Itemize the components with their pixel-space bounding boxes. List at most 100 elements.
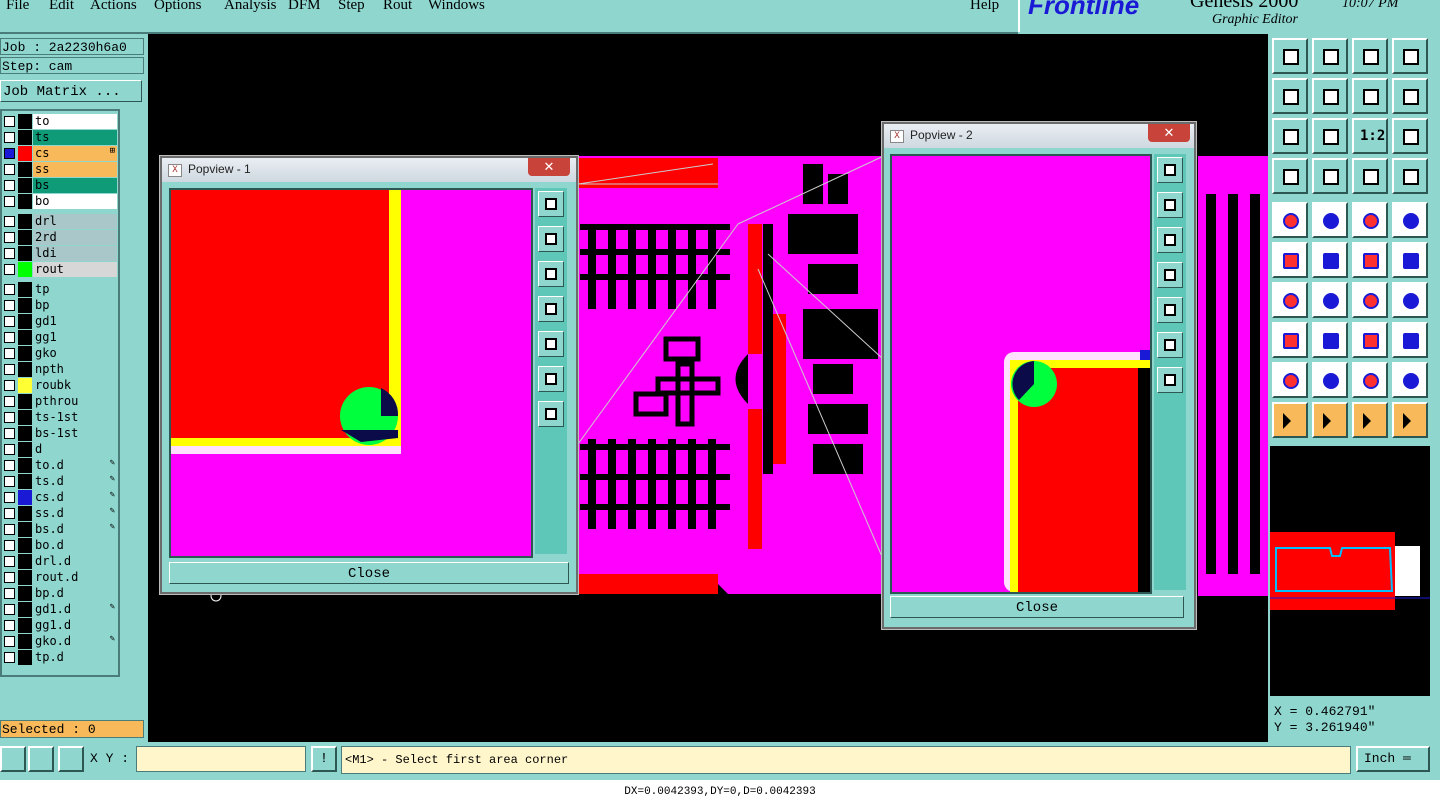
pan-right-icon[interactable] [1312,78,1348,114]
layer-checkbox[interactable] [4,508,15,519]
menu-rout[interactable]: Rout [383,0,412,14]
layer-color-swatch[interactable] [18,246,32,261]
menu-options[interactable]: Options [154,0,202,14]
layer-name[interactable]: gg1 [33,330,117,345]
popview-1-close-button[interactable]: Close [169,562,569,584]
layer-name[interactable]: drl.d [33,554,117,569]
layer-color-swatch[interactable] [18,442,32,457]
layer-name[interactable]: tp.d [33,650,117,665]
menu-windows[interactable]: Windows [428,0,485,14]
zoom-fit-icon[interactable] [1312,118,1348,154]
layer-name[interactable]: bp [33,298,117,313]
exclamation-button[interactable]: ! [311,746,337,772]
layer-name[interactable]: ss [33,162,117,177]
layer-checkbox[interactable] [4,572,15,583]
layer-row[interactable]: rout [2,262,118,277]
layer-name[interactable]: ts [33,130,117,145]
layer-row[interactable]: ts.d ✎ [2,474,118,489]
layer-color-swatch[interactable] [18,130,32,145]
layer-row[interactable]: 2rd [2,230,118,245]
swap-icon[interactable] [1352,78,1388,114]
scale-1-2-icon[interactable]: 1:2 [1352,118,1388,154]
layer-color-swatch[interactable] [18,394,32,409]
layer-color-swatch[interactable] [18,282,32,297]
layer-checkbox[interactable] [4,588,15,599]
pan-up-icon[interactable] [538,226,564,252]
layer-name[interactable]: pthrou [33,394,117,409]
layer-checkbox[interactable] [4,380,15,391]
arc-icon[interactable] [1272,362,1308,398]
layer-color-swatch[interactable] [18,586,32,601]
layer-checkbox[interactable] [4,132,15,143]
layer-checkbox[interactable] [4,428,15,439]
layer-row[interactable]: bs [2,178,118,193]
menu-help[interactable]: Help [970,0,999,14]
layer-color-swatch[interactable] [18,298,32,313]
layer-color-swatch[interactable] [18,162,32,177]
layer-row[interactable]: bs-1st [2,426,118,441]
layer-row[interactable]: bs.d ✎ [2,522,118,537]
layer-checkbox[interactable] [4,316,15,327]
layer-name[interactable]: gd1.d [33,602,117,617]
layer-checkbox[interactable] [4,556,15,567]
layer-row[interactable]: cs ⊞ [2,146,118,161]
grid-snap-icon[interactable] [58,746,84,772]
layer-row[interactable]: tp.d [2,650,118,665]
layer-color-swatch[interactable] [18,618,32,633]
move-point-icon[interactable] [1352,242,1388,278]
layer-checkbox[interactable] [4,164,15,175]
layer-checkbox[interactable] [4,620,15,631]
layer-color-swatch[interactable] [18,650,32,665]
layer-row[interactable]: bp.d [2,586,118,601]
popview-2-view[interactable] [890,154,1152,594]
fit-icon[interactable] [1272,118,1308,154]
layer-name[interactable]: gko [33,346,117,361]
layer-checkbox[interactable] [4,348,15,359]
layer-name[interactable]: gko.d [33,634,117,649]
job-matrix-button[interactable]: Job Matrix ... [0,80,142,102]
layer-name[interactable]: gg1.d [33,618,117,633]
layer-color-swatch[interactable] [18,362,32,377]
line-edit-icon[interactable] [1312,322,1348,358]
layer-checkbox[interactable] [4,476,15,487]
menu-file[interactable]: File [6,0,29,14]
layers-red2-icon[interactable] [1392,158,1428,194]
layer-checkbox[interactable] [4,116,15,127]
layer-row[interactable]: gg1 [2,330,118,345]
layer-name[interactable]: roubk [33,378,117,393]
layer-color-swatch[interactable] [18,346,32,361]
layer-row[interactable]: rout.d [2,570,118,585]
layer-color-swatch[interactable] [18,314,32,329]
menu-actions[interactable]: Actions [90,0,137,14]
layer-color-swatch[interactable] [18,194,32,209]
popview-2-close-x-icon[interactable]: ✕ [1148,124,1190,142]
layer-name[interactable]: to.d [33,458,117,473]
layer-checkbox[interactable] [4,300,15,311]
pointer4-icon[interactable] [1392,402,1428,438]
layer-color-swatch[interactable] [18,474,32,489]
layer-row[interactable]: bo.d [2,538,118,553]
zoom-in-icon[interactable] [538,191,564,217]
pan-up-icon[interactable] [1157,192,1183,218]
layer-row[interactable]: ss [2,162,118,177]
layer-name[interactable]: ts-1st [33,410,117,425]
zoom-in-icon[interactable] [1157,157,1183,183]
popview-2-close-button[interactable]: Close [890,596,1184,618]
layer-color-swatch[interactable] [18,522,32,537]
layer-checkbox[interactable] [4,444,15,455]
move-point2-icon[interactable] [1392,242,1428,278]
pan-left-icon[interactable] [1157,262,1183,288]
layer-row[interactable]: ldi [2,246,118,261]
overview-map[interactable] [1270,446,1430,696]
menu-edit[interactable]: Edit [49,0,74,14]
ruler-icon[interactable] [1352,202,1388,238]
cross-icon[interactable] [1312,242,1348,278]
layer-row[interactable]: cs.d ✎ [2,490,118,505]
layer-row[interactable]: gko [2,346,118,361]
layer-row[interactable]: ss.d ✎ [2,506,118,521]
layer-color-swatch[interactable] [18,378,32,393]
layers-red-icon[interactable] [1352,158,1388,194]
layer-row[interactable]: gd1 [2,314,118,329]
rotate-icon[interactable] [1352,282,1388,318]
layer-row[interactable]: ts-1st [2,410,118,425]
